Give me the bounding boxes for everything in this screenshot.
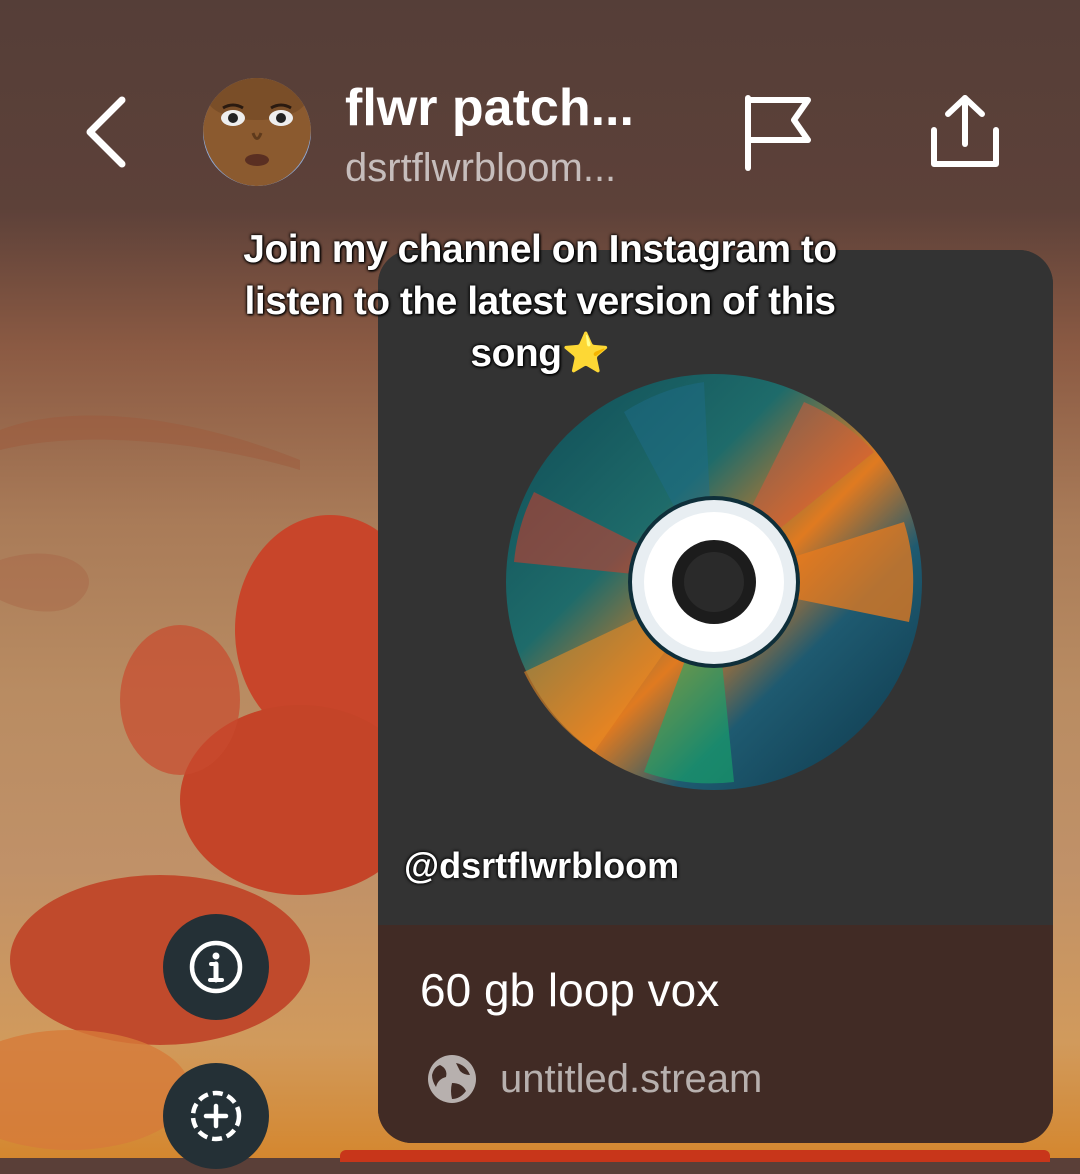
info-icon <box>189 940 243 994</box>
bottom-action-bar[interactable] <box>340 1150 1050 1162</box>
song-info: 60 gb loop vox untitled.stream <box>378 925 1053 1143</box>
source-link[interactable]: untitled.stream <box>500 1053 762 1105</box>
song-title[interactable]: 60 gb loop vox <box>420 963 719 1017</box>
header-bar: flwr patch... dsrtflwrbloom... <box>0 0 1080 220</box>
globe-icon <box>428 1055 476 1103</box>
profile-title[interactable]: flwr patch... <box>345 78 634 138</box>
profile-username[interactable]: dsrtflwrbloom... <box>345 144 616 192</box>
add-circle-icon <box>190 1090 242 1142</box>
info-button[interactable] <box>163 914 269 1020</box>
channel-handle: @dsrtflwrbloom <box>404 845 680 886</box>
star-emoji: ⭐ <box>561 332 611 375</box>
chevron-left-icon <box>86 96 126 168</box>
share-icon <box>931 95 999 167</box>
caption-line-3: song⭐ <box>190 328 890 380</box>
back-button[interactable] <box>78 92 142 172</box>
add-button[interactable] <box>163 1063 269 1169</box>
music-card[interactable]: @dsrtflwrbloom 60 gb loop vox untitled.s… <box>378 250 1053 1143</box>
avatar[interactable] <box>203 78 311 186</box>
avatar-image <box>203 78 311 186</box>
flag-icon <box>745 95 811 171</box>
cd-disc-icon <box>506 374 922 790</box>
caption-line-1: Join my channel on Instagram to <box>243 228 837 271</box>
caption-word: song <box>470 332 562 375</box>
report-button[interactable] <box>738 92 818 174</box>
video-caption: Join my channel on Instagram to listen t… <box>190 224 890 380</box>
caption-line-2: listen to the latest version of this <box>244 280 836 323</box>
share-button[interactable] <box>924 90 1006 172</box>
